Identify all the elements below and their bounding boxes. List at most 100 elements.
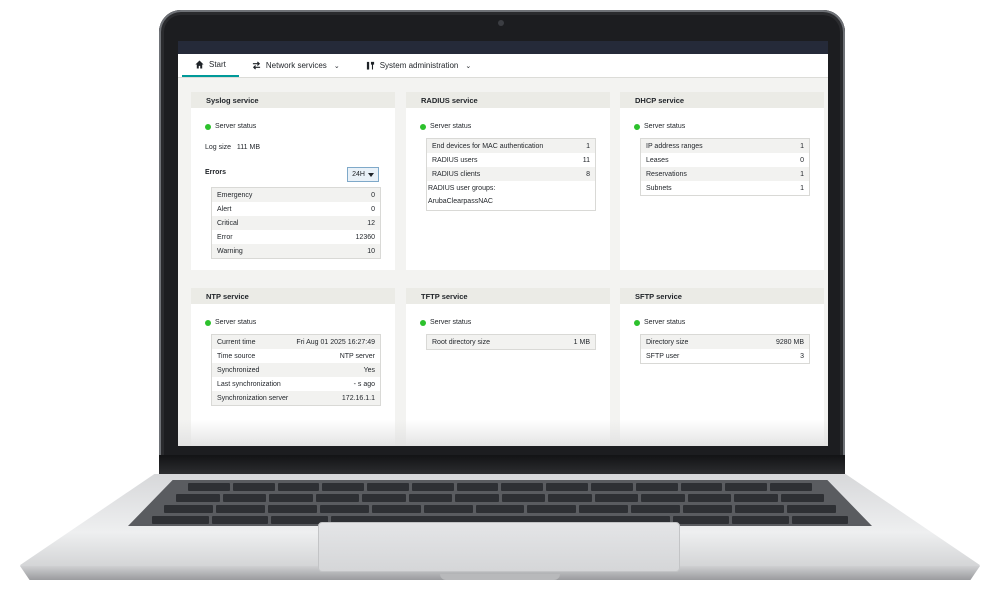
table-row: Last synchronization - s ago bbox=[212, 377, 380, 391]
row-key: Directory size bbox=[646, 338, 689, 346]
server-status-label: Server status bbox=[430, 319, 472, 326]
table-row: Critical 12 bbox=[212, 216, 380, 230]
sftp-card: SFTP service Server status Directory siz… bbox=[620, 288, 824, 446]
syslog-card: Syslog service Server status Log size 11… bbox=[191, 92, 395, 270]
tab-network-services[interactable]: Network services ⌄ bbox=[239, 54, 353, 77]
ntp-table: Current time Fri Aug 01 2025 16:27:49 Tim… bbox=[211, 334, 381, 406]
server-status: Server status bbox=[420, 319, 471, 326]
keyboard-row bbox=[164, 505, 836, 513]
tab-network-services-label: Network services bbox=[265, 61, 327, 70]
status-ok-icon bbox=[420, 123, 426, 130]
table-row: Directory size 9280 MB bbox=[641, 335, 809, 349]
card-title: NTP service bbox=[191, 288, 395, 304]
tftp-table: Root directory size 1 MB bbox=[426, 334, 596, 350]
radius-card: RADIUS service Server status End devices… bbox=[406, 92, 610, 270]
table-row: RADIUS clients 8 bbox=[427, 167, 595, 181]
row-value: Yes bbox=[363, 366, 375, 374]
keyboard-row bbox=[176, 494, 824, 502]
row-value: 1 bbox=[800, 184, 804, 192]
row-key: Time source bbox=[217, 352, 256, 360]
status-ok-icon bbox=[205, 123, 211, 130]
period-dropdown[interactable]: 24H bbox=[347, 167, 379, 182]
table-row: IP address ranges 1 bbox=[641, 139, 809, 153]
row-key: Alert bbox=[217, 205, 232, 213]
row-key: Error bbox=[217, 233, 233, 241]
table-row: Time source NTP server bbox=[212, 349, 380, 363]
row-key: IP address ranges bbox=[646, 142, 703, 150]
radius-user-groups-label: RADIUS user groups: bbox=[428, 185, 496, 192]
row-key: SFTP user bbox=[646, 352, 680, 360]
dhcp-card: DHCP service Server status IP address ra… bbox=[620, 92, 824, 270]
server-status-label: Server status bbox=[215, 319, 257, 326]
row-value: 1 bbox=[800, 170, 804, 178]
row-value: 172.16.1.1 bbox=[341, 394, 375, 402]
row-key: Synchronized bbox=[217, 366, 260, 374]
row-value: 12 bbox=[367, 219, 375, 227]
row-value: 0 bbox=[800, 156, 804, 164]
log-size-label: Log size bbox=[205, 144, 232, 151]
home-icon bbox=[195, 60, 204, 69]
row-key: Root directory size bbox=[432, 338, 490, 346]
status-ok-icon bbox=[420, 319, 426, 326]
table-row: Leases 0 bbox=[641, 153, 809, 167]
card-title: SFTP service bbox=[620, 288, 824, 304]
status-ok-icon bbox=[634, 123, 640, 130]
table-row: Synchronization server 172.16.1.1 bbox=[212, 391, 380, 405]
table-row: Synchronized Yes bbox=[212, 363, 380, 377]
main-navigation: Start Network services ⌄ System administ… bbox=[178, 54, 828, 78]
tab-start[interactable]: Start bbox=[182, 54, 239, 77]
row-value: 11 bbox=[582, 156, 590, 164]
syslog-errors-table: Emergency 0 Alert 0 Critical 12 Error 12360 … bbox=[211, 187, 381, 259]
tftp-card: TFTP service Server status Root director… bbox=[406, 288, 610, 446]
row-value: 9280 MB bbox=[775, 338, 804, 346]
row-key: Warning bbox=[217, 247, 243, 255]
row-key: End devices for MAC authentication bbox=[432, 142, 544, 150]
ntp-card: NTP service Server status Current time Fr… bbox=[191, 288, 395, 446]
sftp-table: Directory size 9280 MB SFTP user 3 bbox=[640, 334, 810, 364]
screen: Start Network services ⌄ System administ… bbox=[178, 41, 828, 446]
card-title: Syslog service bbox=[191, 92, 395, 108]
row-value: 0 bbox=[371, 191, 375, 199]
row-value: - s ago bbox=[353, 380, 375, 388]
row-value: 1 bbox=[586, 142, 590, 150]
server-status: Server status bbox=[205, 123, 256, 130]
keyboard bbox=[128, 480, 872, 526]
row-value: 12360 bbox=[355, 233, 375, 241]
server-status-label: Server status bbox=[430, 123, 472, 130]
table-row: Reservations 1 bbox=[641, 167, 809, 181]
row-value: 1 MB bbox=[573, 338, 590, 346]
row-key: Last synchronization bbox=[217, 380, 281, 388]
table-row: Subnets 1 bbox=[641, 181, 809, 195]
table-row: Warning 10 bbox=[212, 244, 380, 258]
arrows-exchange-icon bbox=[252, 61, 261, 70]
server-status: Server status bbox=[420, 123, 471, 130]
table-row: Alert 0 bbox=[212, 202, 380, 216]
row-key: Current time bbox=[217, 338, 256, 346]
tools-icon bbox=[366, 61, 374, 70]
row-value: 10 bbox=[367, 247, 375, 255]
card-title: RADIUS service bbox=[406, 92, 610, 108]
log-size-value: 111 MB bbox=[236, 144, 261, 151]
server-status: Server status bbox=[634, 319, 685, 326]
table-row: End devices for MAC authentication 1 bbox=[427, 139, 595, 153]
tab-system-administration[interactable]: System administration ⌄ bbox=[353, 54, 485, 77]
laptop-hinge bbox=[159, 455, 845, 475]
row-value: Fri Aug 01 2025 16:27:49 bbox=[296, 338, 375, 346]
table-row: Error 12360 bbox=[212, 230, 380, 244]
table-row: Emergency 0 bbox=[212, 188, 380, 202]
tab-system-administration-label: System administration bbox=[379, 61, 459, 70]
row-key: Reservations bbox=[646, 170, 687, 178]
row-key: RADIUS clients bbox=[432, 170, 481, 178]
trackpad bbox=[318, 522, 680, 572]
chevron-down-icon: ⌄ bbox=[333, 62, 340, 70]
radius-table: End devices for MAC authentication 1 RADI… bbox=[426, 138, 596, 181]
tab-start-label: Start bbox=[209, 60, 226, 69]
row-value: 0 bbox=[371, 205, 375, 213]
server-status-label: Server status bbox=[644, 123, 686, 130]
row-value: 1 bbox=[800, 142, 804, 150]
row-key: Critical bbox=[217, 219, 239, 227]
camera bbox=[498, 20, 504, 26]
row-key: Emergency bbox=[217, 191, 253, 199]
server-status: Server status bbox=[634, 123, 685, 130]
row-key: RADIUS users bbox=[432, 156, 478, 164]
